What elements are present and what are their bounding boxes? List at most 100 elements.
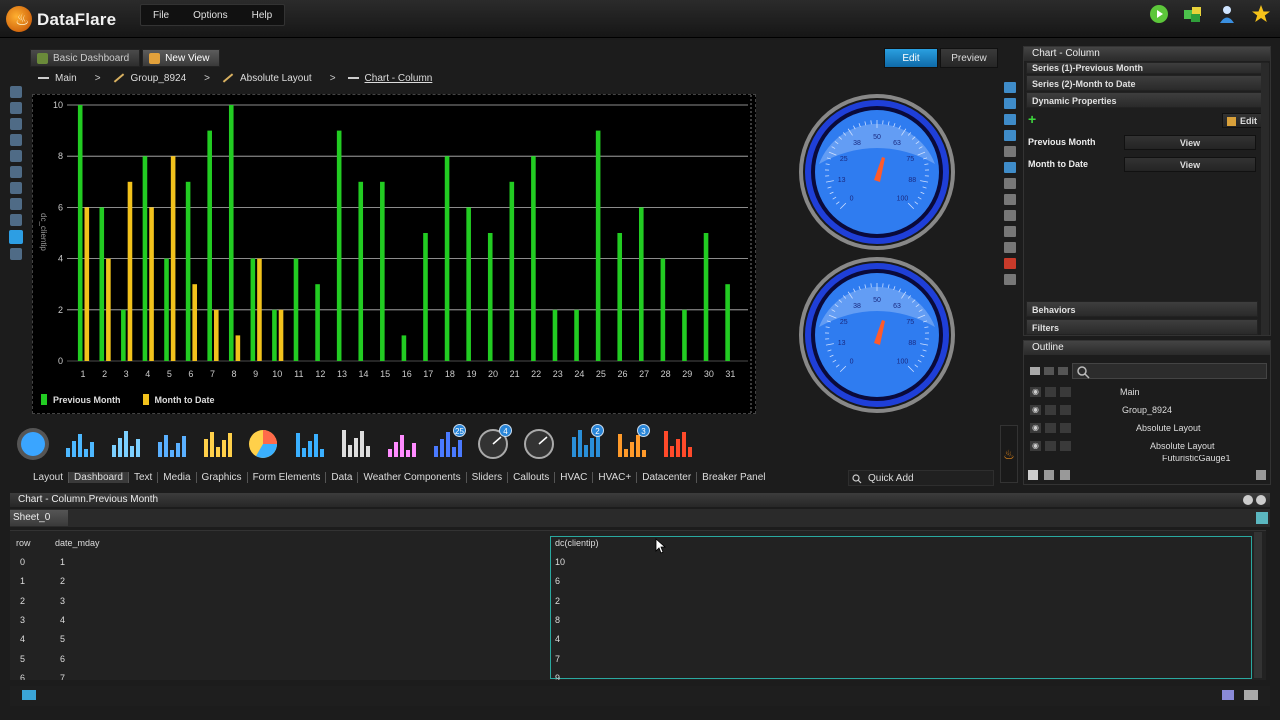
outline-search-input[interactable] [1072, 363, 1267, 379]
grid-cell[interactable]: 1 [20, 576, 25, 586]
bar-previous-month[interactable] [423, 233, 428, 361]
bar-month-to-date[interactable] [106, 258, 111, 361]
send-back-icon[interactable] [1004, 130, 1016, 141]
edit-button[interactable]: Edit [884, 48, 938, 68]
grid-cell[interactable]: 10 [555, 557, 565, 567]
path-tool-icon[interactable] [10, 166, 22, 178]
breadcrumb-absolute-layout[interactable]: Absolute Layout > [222, 73, 348, 84]
grid-scrollbar[interactable] [1254, 532, 1262, 678]
grid-cell[interactable]: 3 [60, 596, 65, 606]
play-icon[interactable] [1148, 3, 1170, 25]
quick-add[interactable]: Quick Add [852, 473, 914, 484]
horizontal-bar-icon[interactable] [194, 421, 240, 467]
dial-gauge-icon[interactable]: 4 [470, 421, 516, 467]
series-1-section[interactable]: Series (1)-Previous Month [1026, 62, 1268, 74]
category-data[interactable]: Data [326, 472, 359, 483]
dynamic-properties-section[interactable]: Dynamic Properties [1026, 92, 1268, 108]
radar-chart-icon[interactable] [286, 421, 332, 467]
trash-icon[interactable] [1256, 470, 1266, 480]
delete-icon[interactable] [1004, 274, 1016, 285]
bar-previous-month[interactable] [401, 335, 407, 361]
lock-icon[interactable] [1044, 367, 1054, 375]
bar-month-to-date[interactable] [213, 309, 219, 361]
send-backward-icon[interactable] [1004, 114, 1016, 125]
grid-cell[interactable]: 2 [20, 596, 25, 606]
sheet-tab[interactable]: Sheet_0 [10, 510, 68, 526]
column-chart[interactable]: 0 2 4 6 8 10 dc_clientip 1 2 3 4 5 6 7 8 9 10 11 12 13 14 15 1… [32, 94, 756, 415]
bar-previous-month[interactable] [552, 309, 558, 361]
sort-up-icon[interactable] [1044, 470, 1054, 480]
category-dashboard[interactable]: Dashboard [69, 472, 129, 483]
bring-front-icon[interactable] [1004, 82, 1016, 93]
distribute-icon[interactable] [1004, 162, 1016, 173]
bar-previous-month[interactable] [703, 233, 709, 361]
pen-icon[interactable] [1060, 441, 1071, 451]
bar-previous-month[interactable] [682, 309, 687, 361]
tree-item[interactable]: ◉ Absolute Layout [1024, 419, 1272, 437]
category-media[interactable]: Media [158, 472, 197, 483]
column-header[interactable]: date_mday [55, 538, 100, 548]
grid-cell[interactable]: 6 [20, 673, 25, 680]
breadcrumb-main[interactable]: Main > [38, 73, 113, 84]
lock-icon[interactable] [1004, 194, 1016, 205]
rectangle-tool-icon[interactable] [10, 118, 22, 130]
bar-previous-month[interactable] [272, 309, 277, 361]
bar-previous-month[interactable] [99, 207, 105, 361]
crop-tool-icon[interactable] [10, 102, 22, 114]
circle-tool-icon[interactable] [10, 150, 22, 162]
bar-previous-month[interactable] [509, 181, 515, 361]
bar-previous-month[interactable] [487, 233, 493, 361]
pie-chart-icon[interactable] [240, 421, 286, 467]
bar-previous-month[interactable] [617, 233, 623, 361]
bar-month-to-date[interactable] [278, 309, 284, 361]
category-layout[interactable]: Layout [28, 472, 70, 483]
lock-icon[interactable] [1045, 387, 1056, 397]
speedometer-icon[interactable]: 2 [562, 421, 608, 467]
grid-cell[interactable]: 7 [555, 654, 560, 664]
category-hvac[interactable]: HVAC [555, 472, 594, 483]
bar-month-to-date[interactable] [192, 284, 198, 361]
filters-section[interactable]: Filters [1026, 319, 1258, 335]
text-tool-icon[interactable] [10, 198, 22, 210]
bar-previous-month[interactable] [444, 156, 450, 361]
grid-cell[interactable]: 4 [20, 634, 25, 644]
bar-previous-month[interactable] [185, 181, 191, 361]
properties-scrollbar[interactable] [1261, 63, 1269, 335]
export-icon[interactable] [1256, 512, 1268, 524]
gauge-widget-icon[interactable] [10, 421, 56, 467]
cubes-icon[interactable] [1182, 3, 1204, 25]
pen-icon[interactable] [1060, 423, 1071, 433]
grid-cell[interactable]: 7 [60, 673, 65, 680]
bar-previous-month[interactable] [228, 105, 234, 361]
menu-options[interactable]: Options [181, 5, 239, 25]
star-icon[interactable] [1250, 3, 1272, 25]
color-swatch-icon[interactable] [9, 230, 23, 244]
minimize-icon[interactable] [1243, 495, 1253, 505]
bar-previous-month[interactable] [121, 309, 126, 361]
tab-new-view[interactable]: New View [142, 49, 221, 67]
category-text[interactable]: Text [129, 472, 159, 483]
ellipse-tool-icon[interactable] [10, 134, 22, 146]
line-tool-icon[interactable] [10, 214, 22, 226]
grid-cell[interactable]: 6 [555, 576, 560, 586]
bar-previous-month[interactable] [574, 309, 579, 361]
category-weather-components[interactable]: Weather Components [358, 472, 467, 483]
grid-cell[interactable]: 3 [20, 615, 25, 625]
undo-icon[interactable] [1004, 258, 1016, 269]
grid-icon[interactable] [1004, 178, 1016, 189]
zoom-tool-icon[interactable] [10, 248, 22, 260]
bring-forward-icon[interactable] [1004, 98, 1016, 109]
add-icon[interactable]: + [1028, 112, 1040, 126]
tree-item[interactable]: ◉ Absolute Layout [1024, 437, 1272, 455]
grid-cell[interactable]: 4 [555, 634, 560, 644]
grid-cell[interactable]: 5 [20, 654, 25, 664]
grid-cell[interactable]: 5 [60, 634, 65, 644]
sheet-icon[interactable] [22, 690, 36, 700]
bar-previous-month[interactable] [164, 258, 169, 361]
eye-icon[interactable] [1030, 367, 1040, 375]
grid-cell[interactable]: 0 [20, 557, 25, 567]
grid-cell[interactable]: 4 [60, 615, 65, 625]
column-header[interactable]: row [16, 538, 31, 548]
link-icon[interactable] [1004, 210, 1016, 221]
behaviors-section[interactable]: Behaviors [1026, 301, 1258, 317]
